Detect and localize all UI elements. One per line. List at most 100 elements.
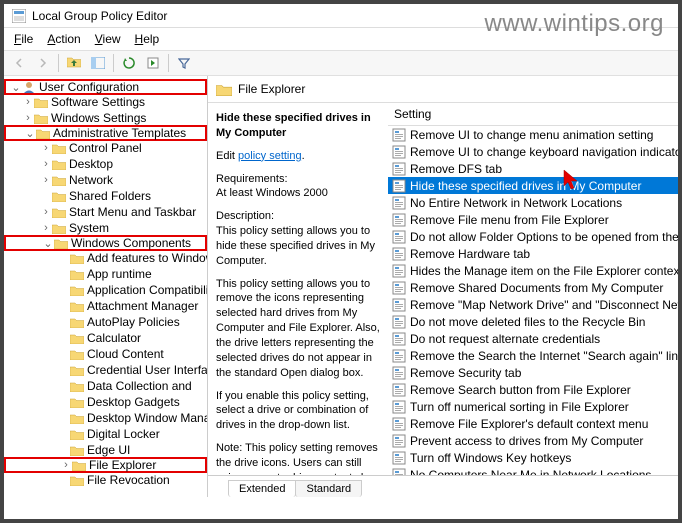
edit-policy-link[interactable]: policy setting — [238, 150, 302, 162]
expand-icon[interactable]: › — [40, 206, 52, 218]
tree-admin-templates[interactable]: ⌄ Administrative Templates — [4, 125, 207, 141]
setting-row[interactable]: Do not move deleted files to the Recycle… — [388, 313, 678, 330]
setting-row[interactable]: Remove UI to change menu animation setti… — [388, 126, 678, 143]
filter-button[interactable] — [173, 52, 195, 74]
setting-icon — [392, 349, 406, 363]
tree-label: App runtime — [87, 267, 152, 281]
setting-row[interactable]: No Entire Network in Network Locations — [388, 194, 678, 211]
tab-standard[interactable]: Standard — [295, 480, 362, 497]
collapse-icon[interactable]: ⌄ — [24, 127, 36, 140]
view-tabs: Extended Standard — [208, 475, 678, 497]
setting-row[interactable]: Remove Hardware tab — [388, 245, 678, 262]
tree-system[interactable]: ›System — [4, 220, 207, 236]
setting-row[interactable]: Turn off Windows Key hotkeys — [388, 449, 678, 466]
setting-row[interactable]: No Computers Near Me in Network Location… — [388, 466, 678, 475]
main-area: ⌄ User Configuration ›Software Settings … — [4, 76, 678, 497]
setting-icon — [392, 162, 406, 176]
tree-autoplay[interactable]: AutoPlay Policies — [4, 314, 207, 330]
description-block: Description:This policy setting allows y… — [216, 209, 380, 268]
forward-button[interactable] — [32, 52, 54, 74]
expand-icon[interactable]: › — [40, 174, 52, 186]
setting-row[interactable]: Do not allow Folder Options to be opened… — [388, 228, 678, 245]
menu-file[interactable]: File — [8, 30, 39, 48]
column-header-setting[interactable]: Setting — [388, 103, 678, 126]
tree-label: Credential User Interface — [87, 363, 208, 377]
expand-icon[interactable]: › — [22, 112, 34, 124]
tree-digital-locker[interactable]: Digital Locker — [4, 426, 207, 442]
setting-row[interactable]: Remove Security tab — [388, 364, 678, 381]
expand-icon[interactable]: › — [40, 158, 52, 170]
tree-gadgets[interactable]: Desktop Gadgets — [4, 394, 207, 410]
tree-start-menu[interactable]: ›Start Menu and Taskbar — [4, 204, 207, 220]
tree-cloud-content[interactable]: Cloud Content — [4, 346, 207, 362]
setting-row[interactable]: Remove File Explorer's default context m… — [388, 415, 678, 432]
tree-calculator[interactable]: Calculator — [4, 330, 207, 346]
menu-view[interactable]: View — [89, 30, 127, 48]
setting-row[interactable]: Remove File menu from File Explorer — [388, 211, 678, 228]
setting-label: Remove the Search the Internet "Search a… — [410, 349, 678, 363]
setting-row[interactable]: Turn off numerical sorting in File Explo… — [388, 398, 678, 415]
setting-row[interactable]: Remove UI to change keyboard navigation … — [388, 143, 678, 160]
menu-help[interactable]: Help — [129, 30, 166, 48]
refresh-button[interactable] — [118, 52, 140, 74]
tree-desktop[interactable]: ›Desktop — [4, 156, 207, 172]
collapse-icon[interactable]: ⌄ — [10, 81, 22, 94]
folder-icon — [72, 460, 86, 471]
tree-software-settings[interactable]: ›Software Settings — [4, 94, 207, 110]
setting-row[interactable]: Remove DFS tab — [388, 160, 678, 177]
setting-label: Remove Search button from File Explorer — [410, 383, 631, 397]
tree-edge-ui[interactable]: Edge UI — [4, 442, 207, 458]
tree-user-config[interactable]: ⌄ User Configuration — [4, 79, 207, 95]
tree-control-panel[interactable]: › Control Panel — [4, 140, 207, 156]
setting-label: Remove File menu from File Explorer — [410, 213, 609, 227]
tree-label: Control Panel — [69, 141, 142, 155]
export-button[interactable] — [142, 52, 164, 74]
setting-row[interactable]: Hide these specified drives in My Comput… — [388, 177, 678, 194]
tree-cred-ui[interactable]: Credential User Interface — [4, 362, 207, 378]
setting-row[interactable]: Remove the Search the Internet "Search a… — [388, 347, 678, 364]
expand-icon[interactable]: › — [40, 142, 52, 154]
setting-row[interactable]: Do not request alternate credentials — [388, 330, 678, 347]
folder-icon — [52, 143, 66, 154]
tab-extended[interactable]: Extended — [228, 480, 296, 497]
tree-data-collection[interactable]: Data Collection and — [4, 378, 207, 394]
setting-label: Remove UI to change menu animation setti… — [410, 128, 653, 142]
tree-app-compat[interactable]: Application Compatibility — [4, 282, 207, 298]
expand-icon[interactable]: › — [22, 96, 34, 108]
tree-windows-components[interactable]: ⌄Windows Components — [4, 235, 207, 251]
folder-icon — [70, 349, 84, 360]
tree-label: Calculator — [87, 331, 141, 345]
up-button[interactable] — [63, 52, 85, 74]
window-title: Local Group Policy Editor — [32, 9, 167, 23]
folder-icon — [52, 159, 66, 170]
selected-policy-title: Hide these specified drives in My Comput… — [216, 111, 380, 141]
tree-file-revocation[interactable]: File Revocation — [4, 472, 207, 488]
tree-label: Windows Settings — [51, 111, 146, 125]
back-button[interactable] — [8, 52, 30, 74]
tree-panel[interactable]: ⌄ User Configuration ›Software Settings … — [4, 76, 208, 497]
tree-shared-folders[interactable]: Shared Folders — [4, 188, 207, 204]
setting-icon — [392, 247, 406, 261]
setting-row[interactable]: Prevent access to drives from My Compute… — [388, 432, 678, 449]
expand-icon[interactable]: › — [40, 222, 52, 234]
setting-row[interactable]: Remove "Map Network Drive" and "Disconne… — [388, 296, 678, 313]
tree-windows-settings[interactable]: › Windows Settings — [4, 110, 207, 126]
settings-list[interactable]: Setting Remove UI to change menu animati… — [388, 103, 678, 475]
tree-network[interactable]: ›Network — [4, 172, 207, 188]
tree-label: Administrative Templates — [53, 126, 186, 140]
expand-icon[interactable]: › — [60, 459, 72, 471]
setting-icon — [392, 145, 406, 159]
tree-dwm[interactable]: Desktop Window Manager — [4, 410, 207, 426]
tree-attachment-mgr[interactable]: Attachment Manager — [4, 298, 207, 314]
tree-file-explorer[interactable]: › File Explorer — [4, 457, 207, 473]
setting-row[interactable]: Remove Search button from File Explorer — [388, 381, 678, 398]
menu-action[interactable]: Action — [41, 30, 86, 48]
folder-icon — [70, 285, 84, 296]
setting-row[interactable]: Hides the Manage item on the File Explor… — [388, 262, 678, 279]
tree-app-runtime[interactable]: App runtime — [4, 266, 207, 282]
setting-row[interactable]: Remove Shared Documents from My Computer — [388, 279, 678, 296]
show-hide-tree-button[interactable] — [87, 52, 109, 74]
tree-add-features[interactable]: Add features to Windows — [4, 250, 207, 266]
tree-label: File Explorer — [89, 458, 156, 472]
collapse-icon[interactable]: ⌄ — [42, 237, 54, 250]
